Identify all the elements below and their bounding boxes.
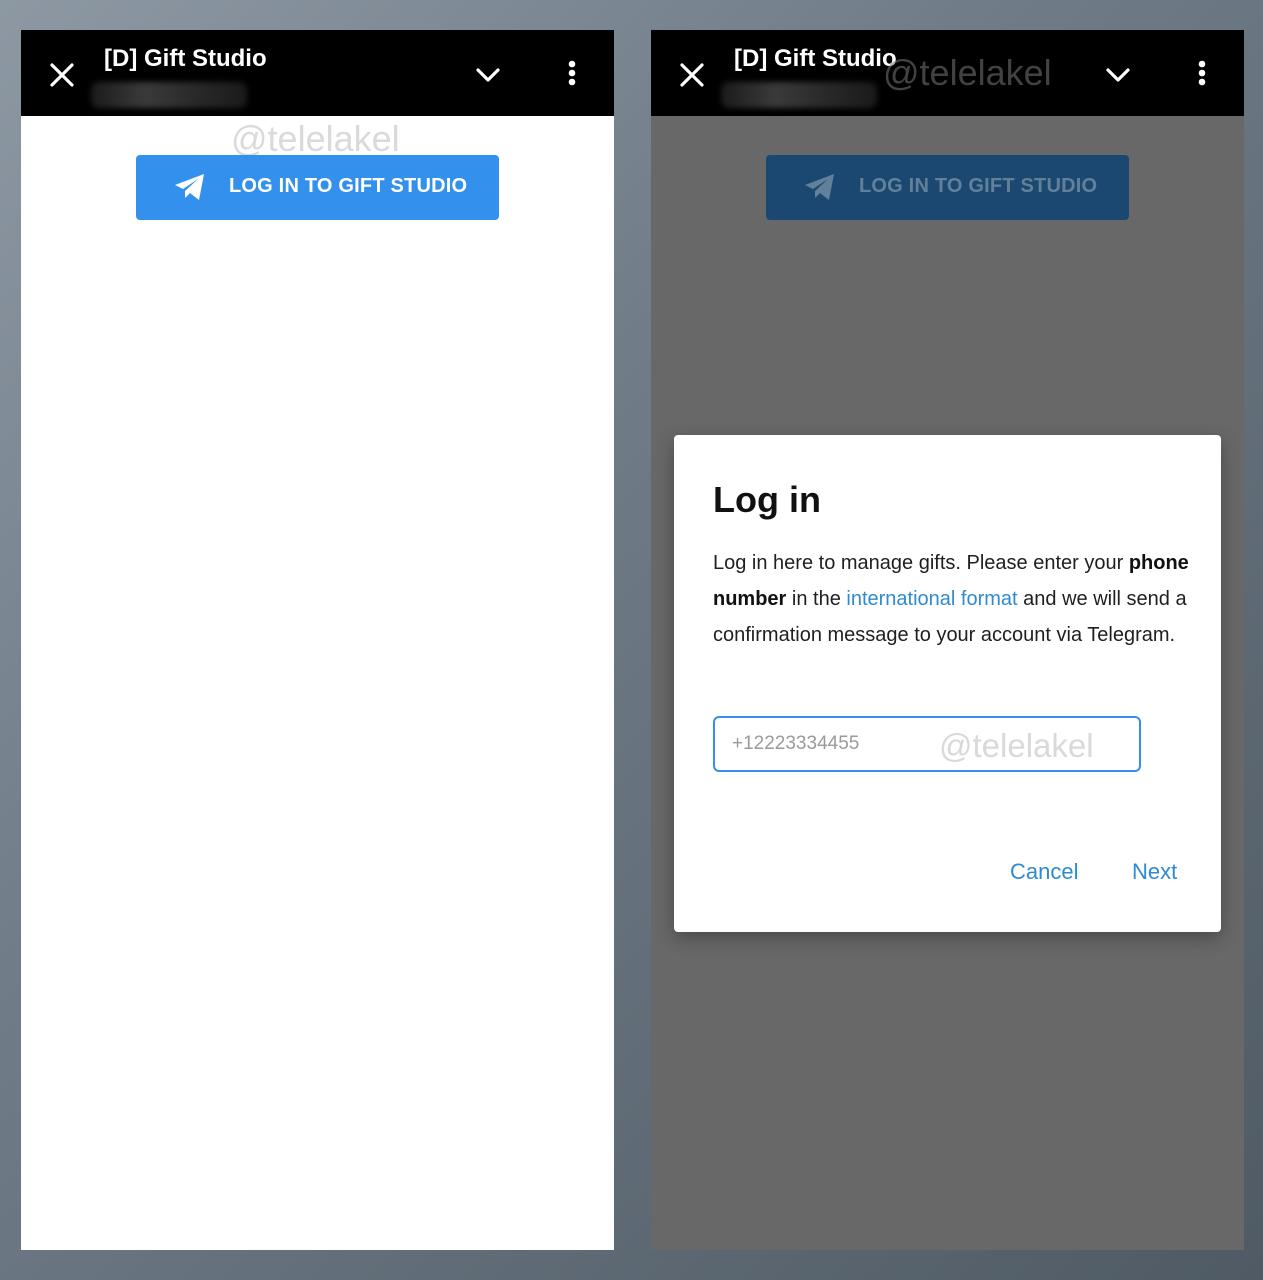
- header-bar: [D] Gift Studio @telelakel: [651, 30, 1244, 116]
- close-icon: [680, 63, 704, 87]
- next-button[interactable]: Next: [1132, 859, 1177, 885]
- close-button[interactable]: [677, 60, 707, 90]
- more-menu-button[interactable]: [559, 58, 585, 92]
- left-screen: [D] Gift Studio @telelakel LOG IN TO GIF…: [21, 30, 614, 1250]
- login-dialog: Log in Log in here to manage gifts. Plea…: [674, 435, 1221, 932]
- bot-title: [D] Gift Studio: [104, 45, 267, 72]
- watermark: @telelakel: [231, 118, 400, 159]
- more-vertical-icon: [568, 60, 576, 86]
- more-menu-button[interactable]: [1189, 58, 1215, 92]
- bot-title: [D] Gift Studio: [734, 45, 897, 72]
- telegram-plane-icon: [175, 174, 204, 200]
- dialog-title: Log in: [713, 479, 821, 520]
- dialog-description: Log in here to manage gifts. Please ente…: [713, 545, 1193, 653]
- collapse-button[interactable]: [474, 61, 502, 89]
- telegram-plane-icon: [805, 174, 834, 200]
- phone-number-input[interactable]: [713, 716, 1141, 772]
- login-to-gift-studio-button[interactable]: LOG IN TO GIFT STUDIO: [136, 155, 499, 220]
- description-text: in the: [786, 588, 847, 610]
- login-button-label: LOG IN TO GIFT STUDIO: [229, 175, 468, 197]
- description-text: Log in here to manage gifts. Please ente…: [713, 552, 1129, 574]
- bot-username-redacted: [721, 82, 877, 108]
- login-button-label: LOG IN TO GIFT STUDIO: [859, 175, 1098, 197]
- close-button[interactable]: [47, 60, 77, 90]
- header-bar: [D] Gift Studio: [21, 30, 614, 116]
- more-vertical-icon: [1198, 60, 1206, 86]
- collapse-button[interactable]: [1104, 61, 1132, 89]
- bot-username-redacted: [91, 82, 247, 108]
- close-icon: [50, 63, 74, 87]
- watermark: @telelakel: [883, 52, 1052, 93]
- cancel-button[interactable]: Cancel: [1010, 859, 1078, 885]
- chevron-down-icon: [1106, 68, 1130, 82]
- chevron-down-icon: [476, 68, 500, 82]
- right-screen: [D] Gift Studio @telelakel LOG IN TO GIF…: [651, 30, 1244, 1250]
- international-format-link[interactable]: international format: [846, 588, 1017, 610]
- login-to-gift-studio-button: LOG IN TO GIFT STUDIO: [766, 155, 1129, 220]
